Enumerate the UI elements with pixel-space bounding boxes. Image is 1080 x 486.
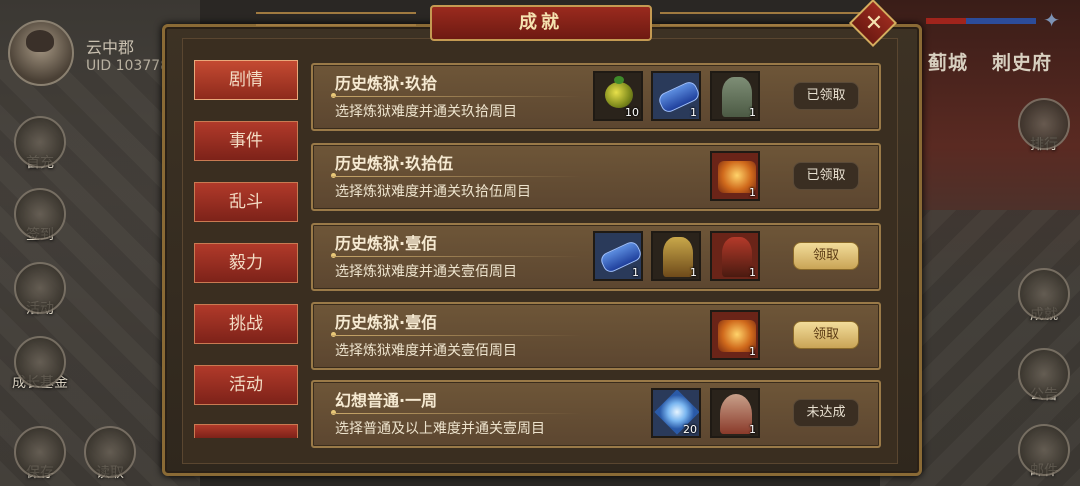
- tab-partial[interactable]: [194, 424, 298, 438]
- first-recharge-button[interactable]: 首充: [8, 116, 72, 172]
- reward-count: 1: [749, 266, 756, 279]
- achievement-title: 历史炼狱·玖拾伍: [335, 154, 454, 173]
- achievement-icon: [1018, 268, 1070, 320]
- notice-button[interactable]: 公告: [1012, 348, 1076, 404]
- rank-icon: [1018, 98, 1070, 150]
- player-name: 云中郡: [86, 38, 135, 57]
- claim-button[interactable]: 领取: [793, 242, 859, 270]
- achievement-title: 历史炼狱·壹佰: [335, 234, 438, 253]
- achievement-row: 历史炼狱·壹佰 选择炼狱难度并通关壹佰周目 1 1 1 领取: [311, 223, 881, 291]
- reward-count: 20: [683, 423, 697, 436]
- achievement-description: 选择炼狱难度并通关玖拾伍周目: [335, 184, 531, 200]
- location-text-3: 刺史府: [992, 52, 1053, 74]
- tab-challenge[interactable]: 挑战: [194, 304, 298, 344]
- achievement-title: 历史炼狱·玖拾: [335, 74, 438, 93]
- reward-item[interactable]: 1: [710, 151, 760, 201]
- reward-item[interactable]: 1: [593, 231, 643, 281]
- reward-count: 1: [632, 266, 639, 279]
- row-divider: [331, 413, 581, 414]
- tab-events[interactable]: 事件: [194, 121, 298, 161]
- portrait-icon: [720, 394, 752, 434]
- achievement-row: 幻想普通·一周 选择普通及以上难度并通关壹周目 20 1 未达成: [311, 380, 881, 448]
- mail-icon: [1018, 424, 1070, 476]
- reward-item[interactable]: 1: [710, 71, 760, 121]
- title-ornament-right: [660, 12, 860, 26]
- ranking-button[interactable]: 排行: [1012, 98, 1076, 154]
- reward-count: 1: [690, 106, 697, 119]
- reward-item[interactable]: 1: [651, 231, 701, 281]
- reward-item[interactable]: 1: [710, 231, 760, 281]
- hero-icon: [663, 237, 693, 277]
- achievement-title: 历史炼狱·壹佰: [335, 313, 438, 332]
- reward-count: 1: [749, 106, 756, 119]
- close-icon[interactable]: ✕: [858, 8, 890, 40]
- reward-count: 1: [749, 186, 756, 199]
- row-divider: [331, 176, 581, 177]
- calendar-icon: [14, 188, 66, 240]
- achievement-row: 历史炼狱·玖拾伍 选择炼狱难度并通关玖拾伍周目 1 已领取: [311, 143, 881, 211]
- reward-item[interactable]: 1: [710, 310, 760, 360]
- tab-story[interactable]: 剧情: [194, 60, 298, 100]
- avatar[interactable]: [8, 20, 74, 86]
- location-text-2: 蓟城: [928, 52, 969, 74]
- tab-brawl[interactable]: 乱斗: [194, 182, 298, 222]
- flag-icon: [14, 262, 66, 314]
- bird-icon[interactable]: ✦: [1043, 8, 1060, 32]
- achievement-button[interactable]: 成就: [1012, 268, 1076, 324]
- claimed-button[interactable]: 已领取: [793, 162, 859, 190]
- tab-perseverance[interactable]: 毅力: [194, 243, 298, 283]
- event-button[interactable]: 活动: [8, 262, 72, 318]
- reward-count: 1: [749, 423, 756, 436]
- achievement-description: 选择炼狱难度并通关壹佰周目: [335, 343, 517, 359]
- notice-icon: [1018, 348, 1070, 400]
- hero-icon: [722, 77, 752, 117]
- reward-count: 10: [625, 106, 639, 119]
- achievement-description: 选择炼狱难度并通关玖拾周目: [335, 104, 517, 120]
- save-icon: [14, 426, 66, 478]
- achievement-title: 幻想普通·一周: [335, 391, 438, 410]
- reward-item[interactable]: 10: [593, 71, 643, 121]
- title-ornament-left: [256, 12, 416, 26]
- achievement-row: 历史炼狱·壹佰 选择炼狱难度并通关壹佰周目 1 领取: [311, 302, 881, 370]
- gift-icon: [14, 116, 66, 168]
- panel-title: 成就: [430, 5, 652, 41]
- claim-button[interactable]: 领取: [793, 321, 859, 349]
- coin-tree-icon: [14, 336, 66, 388]
- row-divider: [331, 256, 581, 257]
- reward-item[interactable]: 1: [710, 388, 760, 438]
- hero-icon: [722, 237, 752, 277]
- achievement-description: 选择普通及以上难度并通关壹周目: [335, 421, 545, 437]
- row-divider: [331, 96, 581, 97]
- fruit-icon: [605, 76, 633, 108]
- growth-fund-button[interactable]: 成长基金: [8, 336, 72, 392]
- row-divider: [331, 335, 581, 336]
- claimed-button[interactable]: 已领取: [793, 82, 859, 110]
- sign-in-button[interactable]: 签到: [8, 188, 72, 244]
- reward-item[interactable]: 1: [651, 71, 701, 121]
- reward-item[interactable]: 20: [651, 388, 701, 438]
- tab-activity[interactable]: 活动: [194, 365, 298, 405]
- achievement-row: 历史炼狱·玖拾 选择炼狱难度并通关玖拾周目 10 1 1 已领取: [311, 63, 881, 131]
- save-button[interactable]: 保存: [8, 426, 72, 482]
- not-achieved-button[interactable]: 未达成: [793, 399, 859, 427]
- resource-bar-fill: [966, 18, 1036, 24]
- load-button[interactable]: 读取: [78, 426, 142, 482]
- reward-count: 1: [749, 345, 756, 358]
- achievement-description: 选择炼狱难度并通关壹佰周目: [335, 264, 517, 280]
- reward-count: 1: [690, 266, 697, 279]
- mail-button[interactable]: 邮件: [1012, 424, 1076, 480]
- load-icon: [84, 426, 136, 478]
